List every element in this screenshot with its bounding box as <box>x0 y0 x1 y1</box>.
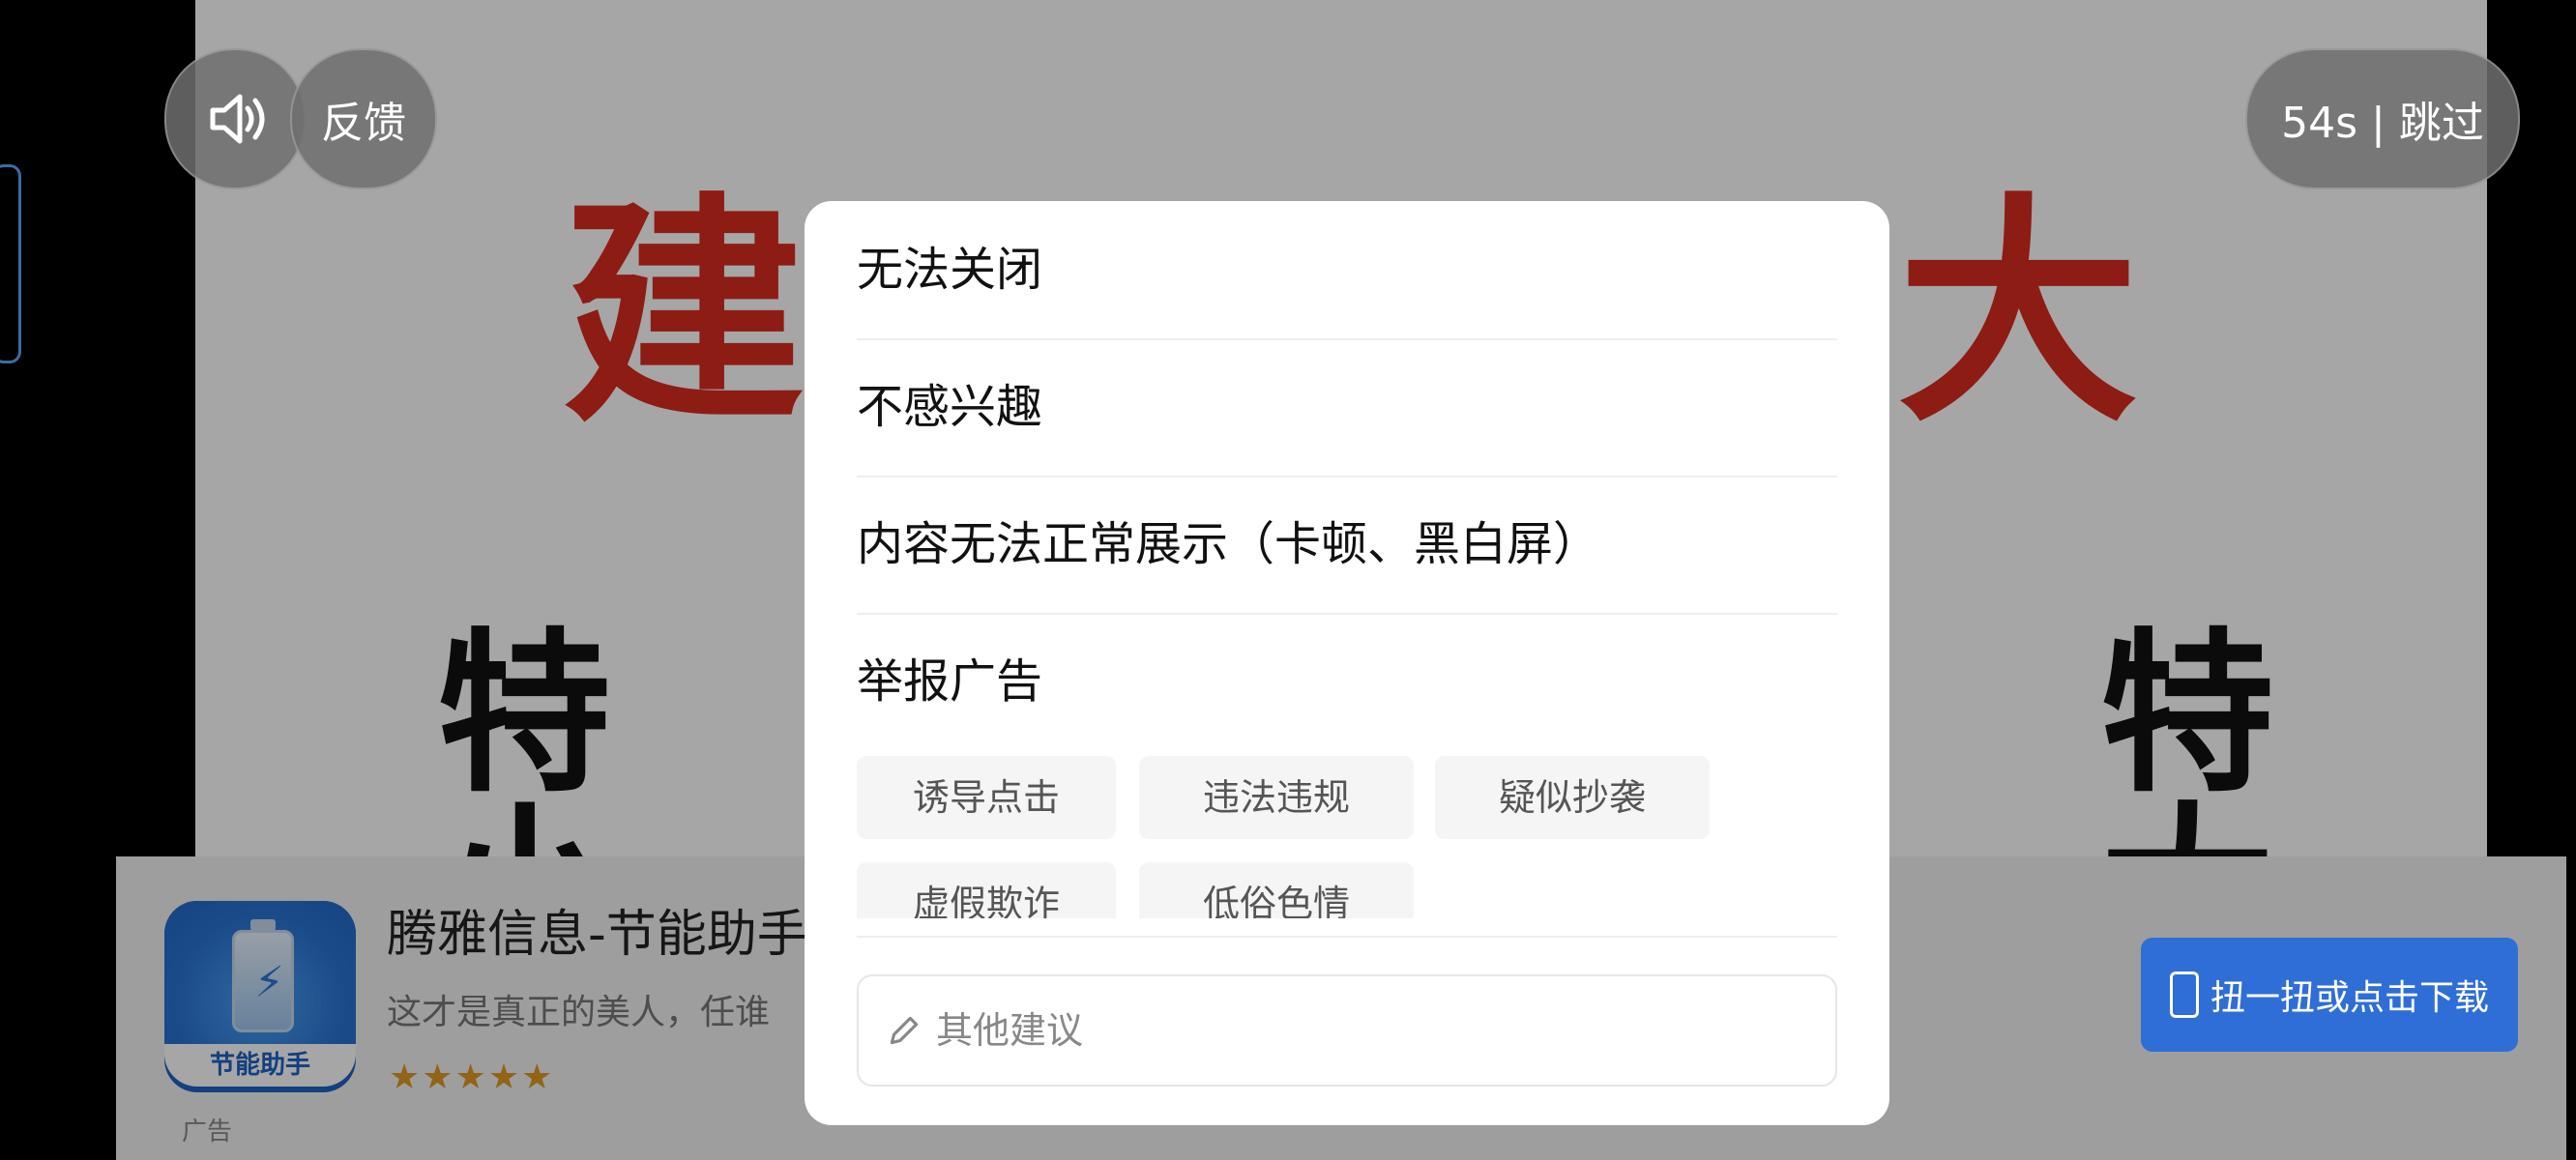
feedback-button[interactable]: 反馈 <box>290 48 437 189</box>
report-tag-plagiarism[interactable]: 疑似抄袭 <box>1435 756 1710 839</box>
report-tag-illegal[interactable]: 违法违规 <box>1139 756 1414 839</box>
download-button[interactable]: 扭一扭或点击下载 <box>2141 938 2518 1052</box>
report-tags-row-2: 虚假欺诈 低俗色情 <box>857 862 1837 918</box>
suggestion-field[interactable] <box>857 974 1837 1087</box>
report-tag-misleading-click[interactable]: 诱导点击 <box>857 756 1116 839</box>
report-tag-fraud[interactable]: 虚假欺诈 <box>857 862 1116 918</box>
pencil-icon <box>890 1016 919 1045</box>
option-display-issue[interactable]: 内容无法正常展示（卡顿、黑白屏） <box>857 476 1837 615</box>
option-report-ad[interactable]: 举报广告 <box>857 613 1837 750</box>
feedback-dialog: 无法关闭 不感兴趣 内容无法正常展示（卡顿、黑白屏） 举报广告 诱导点击 违法违… <box>805 201 1889 1125</box>
skip-button[interactable]: 54s | 跳过 <box>2245 48 2520 189</box>
sound-toggle-button[interactable] <box>164 48 306 189</box>
download-label: 扭一扭或点击下载 <box>2210 978 2489 1018</box>
suggestion-input[interactable] <box>934 1008 1808 1053</box>
option-not-interested[interactable]: 不感兴趣 <box>857 338 1837 478</box>
report-tag-vulgar[interactable]: 低俗色情 <box>1139 862 1414 918</box>
phone-icon <box>2169 972 2199 1018</box>
option-cannot-close[interactable]: 无法关闭 <box>857 201 1837 340</box>
speaker-icon <box>210 94 265 144</box>
divider <box>857 936 1837 938</box>
